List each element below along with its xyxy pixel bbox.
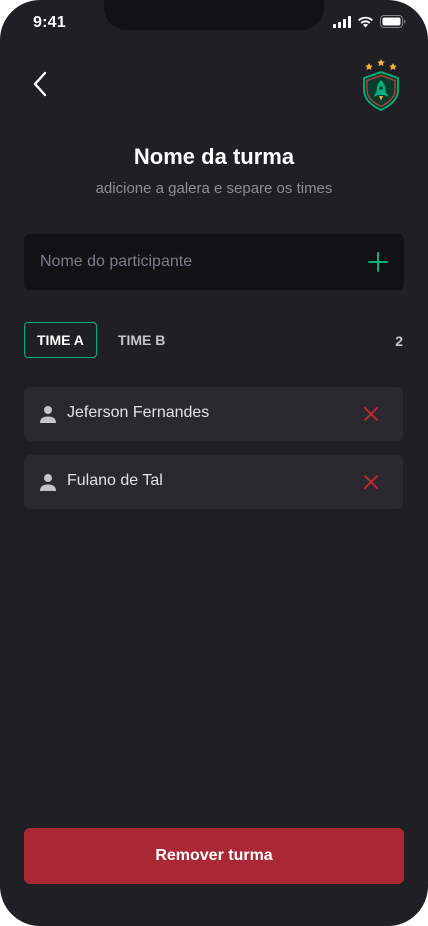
- participant-name-input[interactable]: [24, 234, 360, 290]
- status-time: 9:41: [33, 14, 66, 31]
- page-subtitle: adicione a galera e separe os times: [95, 180, 333, 197]
- wifi-icon: [358, 16, 373, 27]
- phone-screen: 9:41 Nome da turma adicione a galera e s…: [0, 0, 428, 926]
- player-count: 2: [395, 333, 403, 349]
- player-card: Fulano de Tal: [24, 455, 403, 509]
- remove-team-button[interactable]: Remover turma: [24, 828, 404, 884]
- player-name: Jeferson Fernandes: [67, 404, 210, 421]
- battery-icon: [380, 15, 406, 28]
- tab-time-b[interactable]: TIME B: [105, 322, 178, 358]
- team-tabs: TIME A TIME B: [24, 322, 178, 358]
- back-button[interactable]: [26, 66, 54, 102]
- page-title: Nome da turma: [133, 144, 295, 169]
- close-icon: [364, 475, 378, 489]
- rocket-shield-logo: [363, 59, 399, 111]
- remove-player-button[interactable]: [361, 472, 381, 492]
- tab-time-a[interactable]: TIME A: [24, 322, 97, 358]
- close-icon: [364, 407, 378, 421]
- status-icons: [333, 15, 406, 28]
- player-name: Fulano de Tal: [67, 472, 163, 489]
- plus-icon: [368, 252, 388, 272]
- remove-player-button[interactable]: [361, 404, 381, 424]
- add-participant-button[interactable]: [366, 250, 390, 274]
- participant-input-box: [24, 234, 404, 290]
- person-icon: [40, 406, 56, 423]
- device-notch: [104, 0, 324, 30]
- signal-icon: [333, 15, 351, 28]
- chevron-left-icon: [33, 71, 47, 97]
- person-icon: [40, 474, 56, 491]
- player-card: Jeferson Fernandes: [24, 387, 403, 441]
